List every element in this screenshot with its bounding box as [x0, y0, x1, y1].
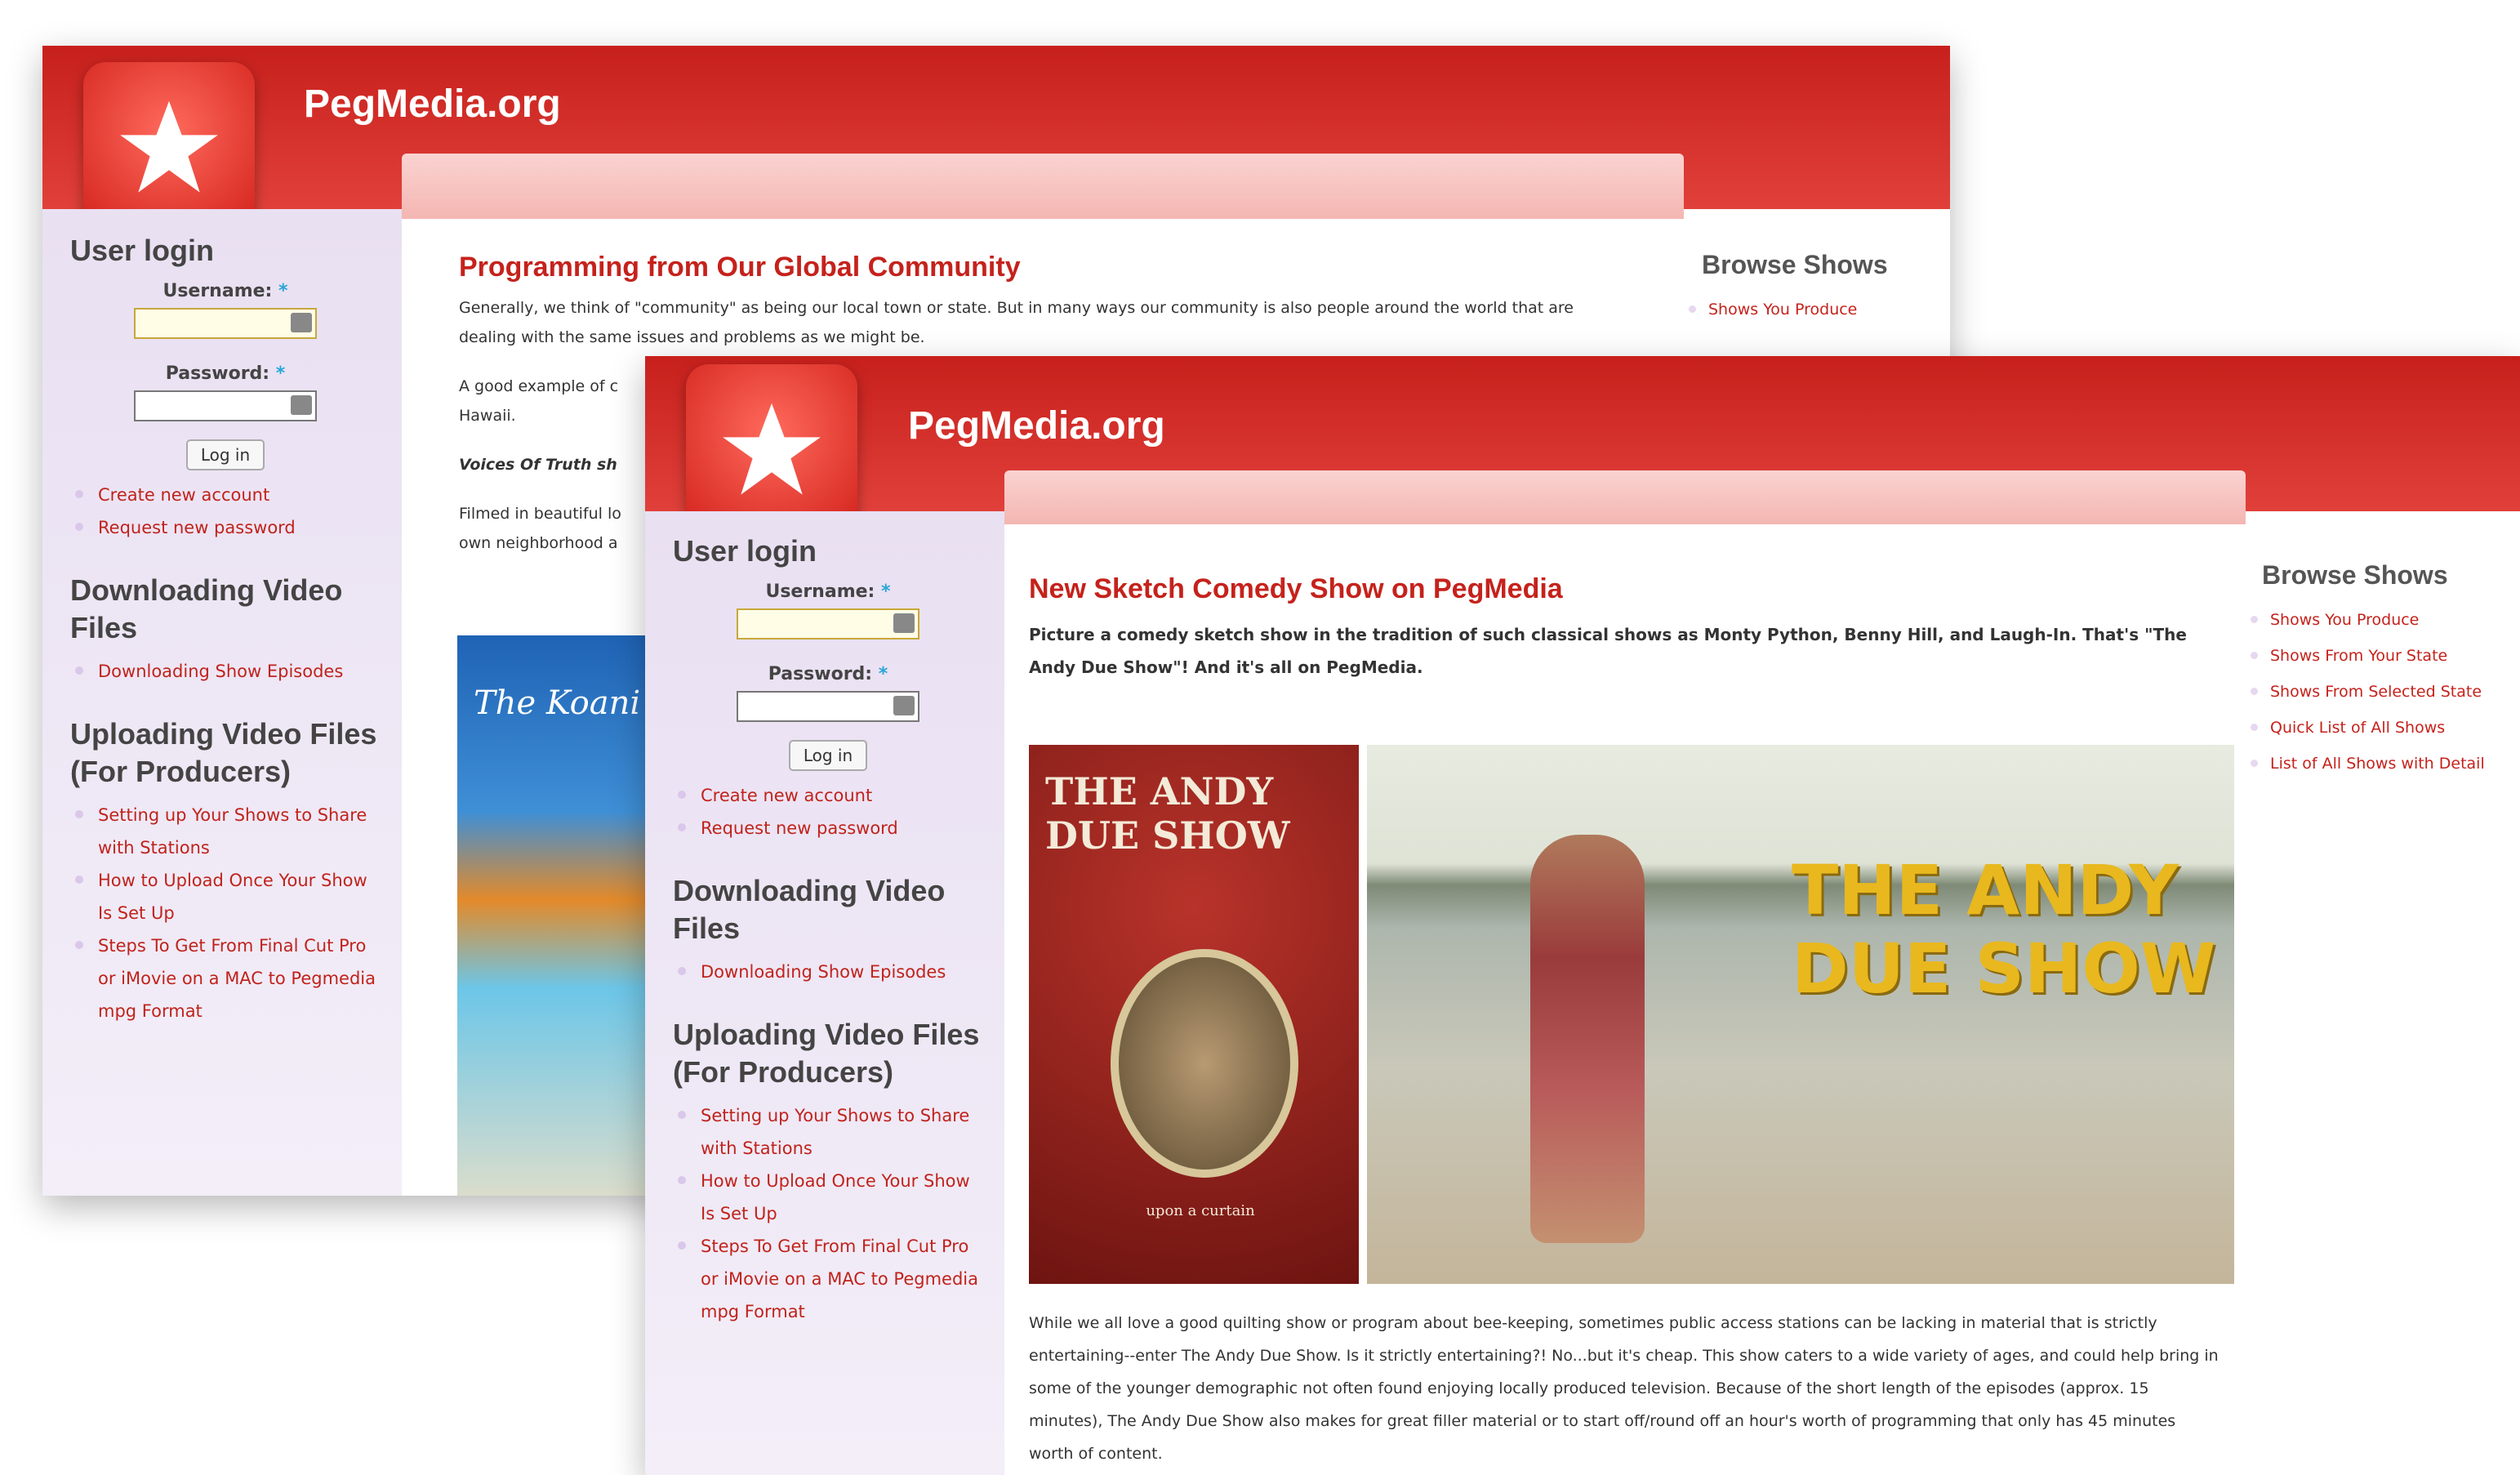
browse-heading: Browse Shows: [1702, 250, 1888, 279]
article-title[interactable]: Programming from Our Global Community: [459, 252, 1586, 283]
browse-link-selected-state[interactable]: Shows From Selected State: [2246, 674, 2520, 710]
browse-link-shows-you-produce[interactable]: Shows You Produce: [2246, 602, 2520, 638]
browse-link[interactable]: Shows You Produce: [1684, 292, 1950, 328]
article-lead: Picture a comedy sketch show in the trad…: [1029, 625, 2187, 677]
username-input[interactable]: [134, 308, 317, 339]
performer-figure: [1530, 835, 1645, 1243]
koani-title: The Koani: [474, 684, 641, 722]
site-logo[interactable]: [686, 364, 857, 536]
final-cut-link[interactable]: Steps To Get From Final Cut Pro or iMovi…: [673, 1230, 983, 1328]
browse-shows: Browse Shows Shows You Produce: [1684, 250, 1950, 328]
password-input[interactable]: [737, 691, 919, 722]
downloading-episodes-link[interactable]: Downloading Show Episodes: [70, 655, 381, 688]
password-input[interactable]: [134, 390, 317, 421]
left-sidebar: User login Username: * Password: * Log i…: [645, 511, 1004, 1475]
username-label: Username: *: [163, 281, 288, 301]
downloading-episodes-link[interactable]: Downloading Show Episodes: [673, 956, 983, 988]
andy-due-video-still[interactable]: THE ANDY DUE SHOW: [1367, 745, 2234, 1284]
downloading-heading: Downloading Video Files: [673, 874, 946, 945]
front-screenshot: PegMedia.org User login Username: * Pass…: [645, 356, 2520, 1475]
content-band: [402, 154, 1684, 219]
setup-shows-link[interactable]: Setting up Your Shows to Share with Stat…: [673, 1099, 983, 1165]
browse-link-detail-list[interactable]: List of All Shows with Detail: [2246, 746, 2520, 782]
create-account-link[interactable]: Create new account: [70, 479, 381, 511]
keyboard-icon: [893, 696, 915, 715]
browse-link-quick-list[interactable]: Quick List of All Shows: [2246, 710, 2520, 746]
site-title[interactable]: PegMedia.org: [908, 403, 1165, 448]
upload-once-link[interactable]: How to Upload Once Your Show Is Set Up: [673, 1165, 983, 1230]
browse-link-your-state[interactable]: Shows From Your State: [2246, 638, 2520, 674]
article-paragraph: Generally, we think of "community" as be…: [459, 299, 1574, 346]
poster-title: THE ANDY DUE SHOW: [1045, 769, 1290, 858]
create-account-link[interactable]: Create new account: [673, 779, 983, 812]
login-button[interactable]: Log in: [186, 439, 265, 470]
koani-poster[interactable]: The Koani: [457, 635, 653, 1196]
star-icon: [120, 100, 218, 193]
site-title[interactable]: PegMedia.org: [304, 82, 561, 127]
login-button[interactable]: Log in: [789, 740, 867, 771]
browse-heading: Browse Shows: [2262, 560, 2448, 590]
poster-portrait: [1111, 949, 1298, 1178]
andy-due-poster[interactable]: THE ANDY DUE SHOW upon a curtain: [1029, 745, 1359, 1284]
video-overlay-title: THE ANDY DUE SHOW: [1792, 850, 2216, 1009]
setup-shows-link[interactable]: Setting up Your Shows to Share with Stat…: [70, 799, 381, 864]
keyboard-icon: [291, 313, 312, 332]
login-heading: User login: [673, 534, 817, 568]
password-label: Password: *: [768, 664, 888, 684]
article-area: New Sketch Comedy Show on PegMedia Pictu…: [1004, 524, 2246, 1475]
request-password-link[interactable]: Request new password: [673, 812, 983, 844]
article-title[interactable]: New Sketch Comedy Show on PegMedia: [1029, 573, 2221, 605]
poster-subtitle: upon a curtain: [1146, 1202, 1255, 1219]
site-logo[interactable]: [83, 62, 255, 234]
request-password-link[interactable]: Request new password: [70, 511, 381, 544]
article-body: While we all love a good quilting show o…: [1029, 1314, 2219, 1463]
keyboard-icon: [893, 613, 915, 633]
upload-once-link[interactable]: How to Upload Once Your Show Is Set Up: [70, 864, 381, 929]
username-input[interactable]: [737, 608, 919, 639]
left-sidebar: User login Username: * Password: * Log i…: [42, 209, 402, 1196]
star-icon: [723, 403, 821, 495]
keyboard-icon: [291, 395, 312, 415]
uploading-heading: Uploading Video Files (For Producers): [673, 1018, 980, 1089]
downloading-heading: Downloading Video Files: [70, 573, 343, 644]
password-label: Password: *: [165, 363, 286, 384]
login-heading: User login: [70, 234, 215, 267]
username-label: Username: *: [765, 582, 891, 602]
uploading-heading: Uploading Video Files (For Producers): [70, 717, 377, 788]
browse-shows: Browse Shows Shows You Produce Shows Fro…: [2246, 560, 2520, 782]
content-band: [1004, 470, 2246, 524]
final-cut-link[interactable]: Steps To Get From Final Cut Pro or iMovi…: [70, 929, 381, 1027]
